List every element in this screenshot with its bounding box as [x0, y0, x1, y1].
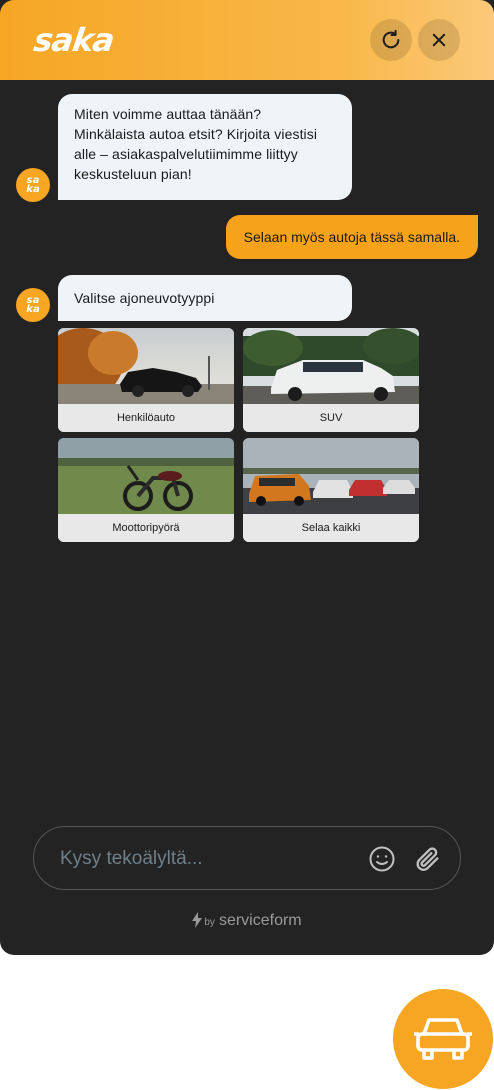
car-icon: [414, 1018, 472, 1060]
close-icon: [432, 33, 446, 47]
refresh-button[interactable]: [370, 19, 412, 61]
suv-photo: [243, 328, 419, 404]
bot-message: Miten voimme auttaa tänään? Minkälaista …: [58, 94, 352, 200]
vehicle-option-label: SUV: [243, 404, 419, 432]
user-message: Selaan myös autoja tässä samalla.: [225, 215, 478, 259]
car-photo: [58, 328, 234, 404]
powered-by[interactable]: by serviceform: [0, 912, 494, 930]
vehicle-option-label: Henkilöauto: [58, 404, 234, 432]
vehicle-option-henkiloauto[interactable]: Henkilöauto: [58, 328, 234, 432]
chat-header: saka: [0, 0, 494, 80]
cars-row-photo: [243, 438, 419, 514]
bolt-icon: [192, 912, 203, 928]
paperclip-icon: [416, 847, 439, 871]
vehicle-option-label: Selaa kaikki: [243, 514, 419, 542]
vehicle-option-moottoripyora[interactable]: Moottoripyörä: [58, 438, 234, 542]
bot-avatar: sa ka: [16, 168, 50, 202]
close-button[interactable]: [418, 19, 460, 61]
message-input[interactable]: [58, 841, 352, 877]
emoji-button[interactable]: [368, 845, 396, 873]
saka-logo: saka: [31, 21, 117, 59]
motorcycle-photo: [58, 438, 234, 514]
vehicle-option-suv[interactable]: SUV: [243, 328, 419, 432]
avatar-logo: sa ka: [26, 175, 40, 195]
refresh-icon: [382, 29, 400, 49]
smiley-icon: [369, 846, 395, 872]
avatar-logo: sa ka: [26, 295, 40, 315]
bot-avatar: sa ka: [16, 288, 50, 322]
message-input-box: [33, 826, 461, 890]
serviceform-brand: serviceform: [218, 912, 302, 929]
chat-launcher-button[interactable]: [393, 989, 493, 1089]
powered-by-label: by: [204, 917, 215, 928]
vehicle-type-options: Henkilöauto SUV Moottoripyörä Selaa kaik…: [58, 328, 419, 542]
bot-message: Valitse ajoneuvotyyppi: [58, 275, 352, 321]
attach-button[interactable]: [414, 845, 442, 873]
vehicle-option-label: Moottoripyörä: [58, 514, 234, 542]
vehicle-option-selaa-kaikki[interactable]: Selaa kaikki: [243, 438, 419, 542]
chat-window: saka Miten voimme auttaa tänään? Minkäla…: [0, 0, 494, 955]
